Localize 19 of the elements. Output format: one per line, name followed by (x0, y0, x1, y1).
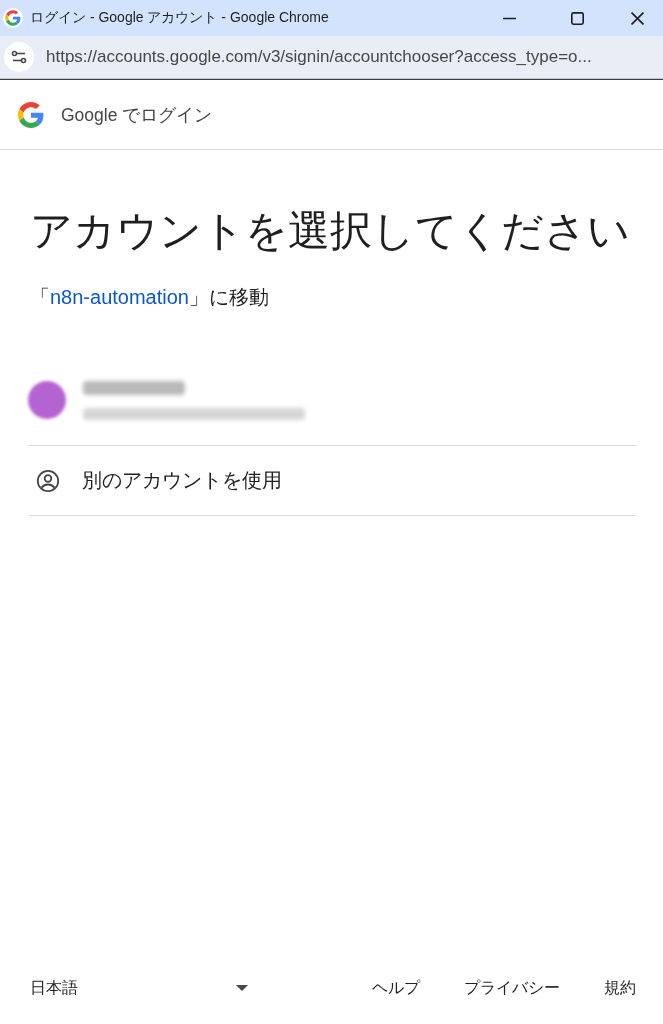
maximize-icon (570, 11, 584, 25)
footer-link[interactable]: ヘルプ (372, 977, 420, 999)
page-heading: アカウントを選択してください (30, 206, 631, 256)
continue-to-app-text: 「n8n-automation」に移動 (30, 285, 270, 310)
caret-icon (236, 985, 248, 991)
app-name-link[interactable]: n8n-automation (50, 286, 189, 308)
site-info-button[interactable] (4, 42, 34, 72)
footer-link[interactable]: 規約 (604, 977, 636, 999)
footer-link[interactable]: プライバシー (464, 977, 560, 999)
window-title: ログイン - Google アカウント - Google Chrome (30, 9, 329, 27)
header-title: Google でログイン (61, 103, 213, 127)
google-logo-icon (18, 101, 44, 128)
site-settings-icon (4, 42, 34, 72)
close-icon (630, 11, 644, 25)
browser-logo-icon (3, 8, 23, 28)
avatar-icon (28, 381, 66, 419)
language-select[interactable]: 日本語 (30, 968, 250, 1008)
use-another-account-button[interactable]: 別のアカウントを使用 (29, 446, 636, 515)
account-circle-icon (36, 468, 60, 493)
